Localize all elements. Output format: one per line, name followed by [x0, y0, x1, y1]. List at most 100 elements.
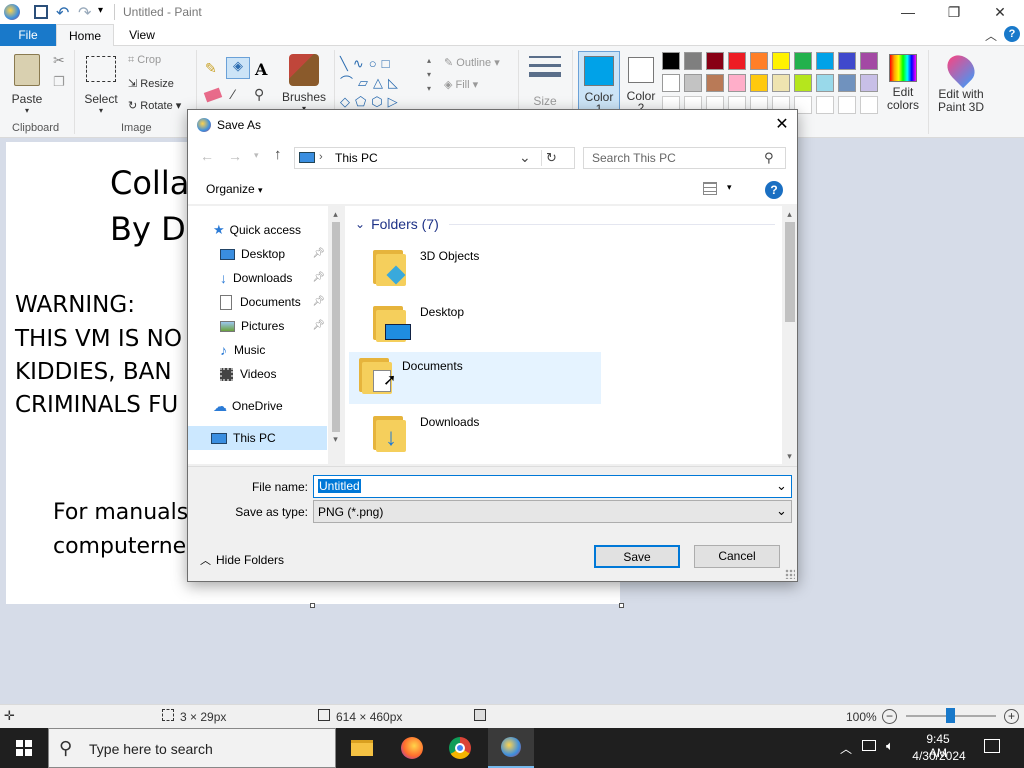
color2-button[interactable]: Color 2 — [622, 51, 660, 114]
palette-swatch[interactable] — [728, 74, 746, 92]
resize-grip-icon[interactable] — [785, 569, 795, 579]
resize-button[interactable]: ⇲ Resize — [128, 77, 174, 90]
palette-swatch[interactable] — [860, 96, 878, 114]
up-arrow-icon[interactable]: ↑ — [274, 146, 282, 163]
minimize-button[interactable]: — — [885, 0, 931, 24]
palette-swatch[interactable] — [772, 74, 790, 92]
zoom-out-button[interactable]: − — [882, 709, 897, 724]
folder-item-downloads[interactable]: ↓ Downloads — [359, 412, 595, 462]
palette-swatch[interactable] — [684, 52, 702, 70]
palette-swatch[interactable] — [794, 74, 812, 92]
firefox-taskbar-icon[interactable] — [392, 728, 432, 768]
close-dialog-button[interactable]: ✕ — [768, 113, 796, 137]
redo-icon[interactable]: ↷ — [78, 3, 91, 23]
folder-item-desktop[interactable]: Desktop — [359, 300, 595, 350]
magnifier-icon[interactable]: ⚲ — [254, 86, 264, 103]
palette-swatch[interactable] — [662, 52, 680, 70]
palette-swatch[interactable] — [706, 52, 724, 70]
search-input[interactable]: Search This PC ⚲ — [583, 147, 786, 169]
palette-swatch[interactable] — [860, 74, 878, 92]
tab-file[interactable]: File — [0, 24, 56, 46]
palette-swatch[interactable] — [794, 52, 812, 70]
palette-swatch[interactable] — [838, 96, 856, 114]
folders-group-header[interactable]: ⌄ Folders (7) — [355, 216, 775, 232]
nav-documents[interactable]: Documents 📌︎ — [220, 290, 325, 314]
palette-swatch[interactable] — [750, 52, 768, 70]
nav-desktop[interactable]: Desktop 📌︎ — [220, 242, 325, 266]
select-button[interactable]: Select ▾ — [80, 52, 122, 116]
edit-colors-button[interactable]: Edit colors — [882, 52, 924, 122]
eraser-icon[interactable] — [203, 87, 223, 103]
text-icon[interactable]: A — [255, 60, 267, 79]
paste-button[interactable]: Paste ▾ — [6, 52, 48, 116]
network-icon[interactable] — [862, 740, 876, 751]
zoom-slider-thumb[interactable] — [946, 708, 955, 723]
edit-with-paint3d-button[interactable]: Edit with Paint 3D — [932, 49, 990, 122]
size-button[interactable]: Size — [526, 54, 564, 114]
palette-swatch[interactable] — [772, 52, 790, 70]
nav-videos[interactable]: Videos — [220, 362, 276, 386]
outline-button[interactable]: ✎ Outline ▾ — [444, 56, 500, 69]
recent-locations-icon[interactable]: ▾ — [254, 150, 259, 161]
color-picker-icon[interactable]: ⁄ — [232, 86, 234, 102]
close-window-button[interactable]: ✕ — [977, 0, 1023, 24]
start-button[interactable] — [4, 728, 44, 768]
help-icon[interactable]: ? — [1004, 26, 1020, 42]
copy-icon[interactable]: ❐ — [53, 74, 65, 90]
cut-icon[interactable]: ✂ — [53, 52, 65, 69]
tab-view[interactable]: View — [114, 24, 170, 46]
pencil-icon[interactable]: ✎ — [205, 60, 217, 77]
fill-button[interactable]: ◈ Fill ▾ — [444, 78, 478, 91]
palette-swatch[interactable] — [706, 74, 724, 92]
tab-home[interactable]: Home — [56, 24, 114, 47]
palette-swatch[interactable] — [838, 52, 856, 70]
palette-swatch[interactable] — [728, 52, 746, 70]
chevron-down-icon[interactable]: ⌄ — [776, 478, 787, 494]
cancel-button[interactable]: Cancel — [694, 545, 780, 568]
canvas-resize-handle[interactable] — [619, 603, 624, 608]
clock-date[interactable]: 4/30/2024 — [910, 749, 968, 763]
folder-item-3d-objects[interactable]: 3D Objects — [359, 244, 595, 294]
palette-swatch[interactable] — [750, 74, 768, 92]
palette-swatch[interactable] — [662, 74, 680, 92]
nav-onedrive[interactable]: ☁ OneDrive — [213, 394, 283, 418]
view-options-icon[interactable] — [703, 182, 717, 195]
chrome-taskbar-icon[interactable] — [440, 728, 480, 768]
canvas-resize-handle[interactable] — [310, 603, 315, 608]
palette-swatch[interactable] — [838, 74, 856, 92]
file-name-input[interactable]: Untitled ⌄ — [313, 475, 792, 498]
taskbar-search-box[interactable]: ⚲ Type here to search — [48, 728, 336, 768]
nav-pictures[interactable]: Pictures 📌︎ — [220, 314, 325, 338]
palette-swatch[interactable] — [684, 74, 702, 92]
nav-quick-access[interactable]: ★ Quick access — [213, 218, 301, 242]
palette-swatch[interactable] — [816, 74, 834, 92]
shapes-gallery[interactable]: ╲∿○□ ⌒▱△◺ ◇⬠⬡▷ — [340, 54, 422, 112]
nav-this-pc[interactable]: This PC — [188, 426, 327, 450]
address-dropdown-icon[interactable]: ⌄ — [519, 149, 531, 166]
show-hidden-icons-icon[interactable]: ︿ — [840, 740, 852, 757]
nav-music[interactable]: ♪ Music — [220, 338, 265, 362]
back-arrow-icon[interactable]: ← — [200, 148, 214, 164]
folder-item-documents[interactable]: Documents ➚ — [349, 352, 601, 404]
hide-folders-button[interactable]: ︿ Hide Folders — [200, 552, 284, 568]
file-explorer-taskbar-icon[interactable] — [342, 728, 382, 768]
fill-bucket-icon[interactable]: ◈ — [226, 57, 250, 79]
crop-button[interactable]: ⌗ Crop — [128, 54, 161, 67]
palette-swatch[interactable] — [860, 52, 878, 70]
address-bar[interactable]: › This PC ⌄ ↻ — [294, 147, 575, 169]
rotate-button[interactable]: ↻ Rotate ▾ — [128, 99, 181, 112]
save-as-type-select[interactable]: PNG (*.png) ⌄ — [313, 500, 792, 523]
refresh-icon[interactable]: ↻ — [541, 150, 561, 166]
undo-icon[interactable]: ↶ — [56, 3, 69, 23]
volume-muted-icon[interactable]: 🔈︎ — [886, 738, 894, 754]
color1-button[interactable]: Color 1 — [578, 51, 620, 115]
save-icon[interactable] — [34, 5, 48, 19]
organize-button[interactable]: Organize ▾ — [206, 182, 263, 196]
view-dropdown-icon[interactable]: ▾ — [727, 182, 732, 193]
forward-arrow-icon[interactable]: → — [228, 148, 242, 164]
palette-swatch[interactable] — [816, 96, 834, 114]
help-icon[interactable]: ? — [765, 181, 783, 199]
collapse-ribbon-icon[interactable]: ︿ — [985, 27, 997, 44]
content-scrollbar[interactable]: ▴ ▾ — [782, 206, 797, 464]
customize-qat-icon[interactable]: ▾ — [98, 5, 103, 16]
